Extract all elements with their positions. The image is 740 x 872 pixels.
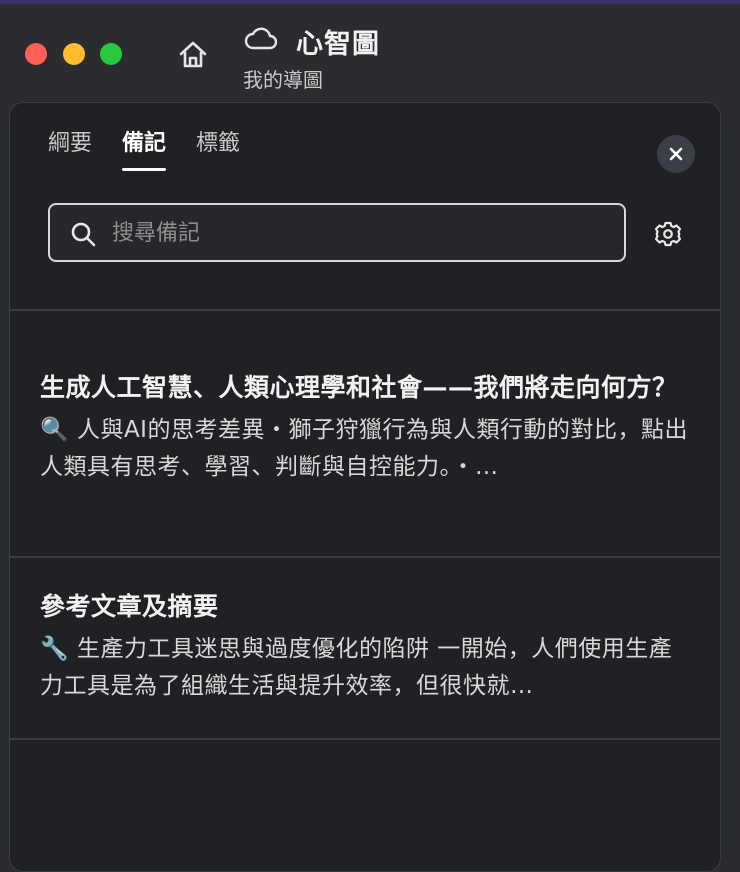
- note-title: 生成人工智慧、人類心理學和社會——我們將走向何方？: [40, 373, 678, 402]
- note-preview: 🔧 生產力工具迷思與過度優化的陷阱 一開始，人們使用生產力工具是為了組織生活與提…: [40, 636, 673, 699]
- document-subtitle[interactable]: 我的導圖: [243, 64, 323, 93]
- tab-notes[interactable]: 備記: [122, 125, 167, 171]
- home-icon: [179, 41, 207, 68]
- gear-icon: [654, 221, 682, 247]
- tab-outline[interactable]: 綱要: [48, 125, 92, 171]
- close-window-button[interactable]: [25, 43, 47, 65]
- close-icon: [669, 147, 683, 161]
- tab-tags[interactable]: 標籤: [196, 125, 240, 171]
- notes-panel: 綱要 備記 標籤 生成人工智慧、人類心理學和社會——我們將走向何方？ 🔍 人與A…: [9, 102, 721, 872]
- search-input[interactable]: [110, 205, 614, 262]
- minimize-window-button[interactable]: [63, 43, 85, 65]
- divider: [10, 738, 720, 740]
- title-bar: 心智圖 我的導圖: [0, 4, 740, 100]
- note-item[interactable]: 生成人工智慧、人類心理學和社會——我們將走向何方？ 🔍 人與AI的思考差異・獅子…: [40, 369, 690, 486]
- home-button[interactable]: [174, 36, 212, 74]
- search-icon: [71, 222, 96, 247]
- divider: [10, 309, 720, 311]
- note-title: 參考文章及摘要: [40, 592, 219, 621]
- app-title: 心智圖: [296, 29, 380, 60]
- divider: [10, 556, 720, 558]
- note-item[interactable]: 參考文章及摘要 🔧 生產力工具迷思與過度優化的陷阱 一開始，人們使用生產力工具是…: [40, 588, 690, 705]
- zoom-window-button[interactable]: [100, 43, 122, 65]
- cloud-icon: [244, 27, 278, 50]
- panel-tabs: 綱要 備記 標籤: [48, 125, 240, 171]
- settings-button[interactable]: [653, 219, 683, 249]
- note-preview: 🔍 人與AI的思考差異・獅子狩獵行為與人類行動的對比，點出人類具有思考、學習、判…: [40, 417, 688, 480]
- close-panel-button[interactable]: [657, 135, 695, 173]
- search-box: [48, 203, 626, 262]
